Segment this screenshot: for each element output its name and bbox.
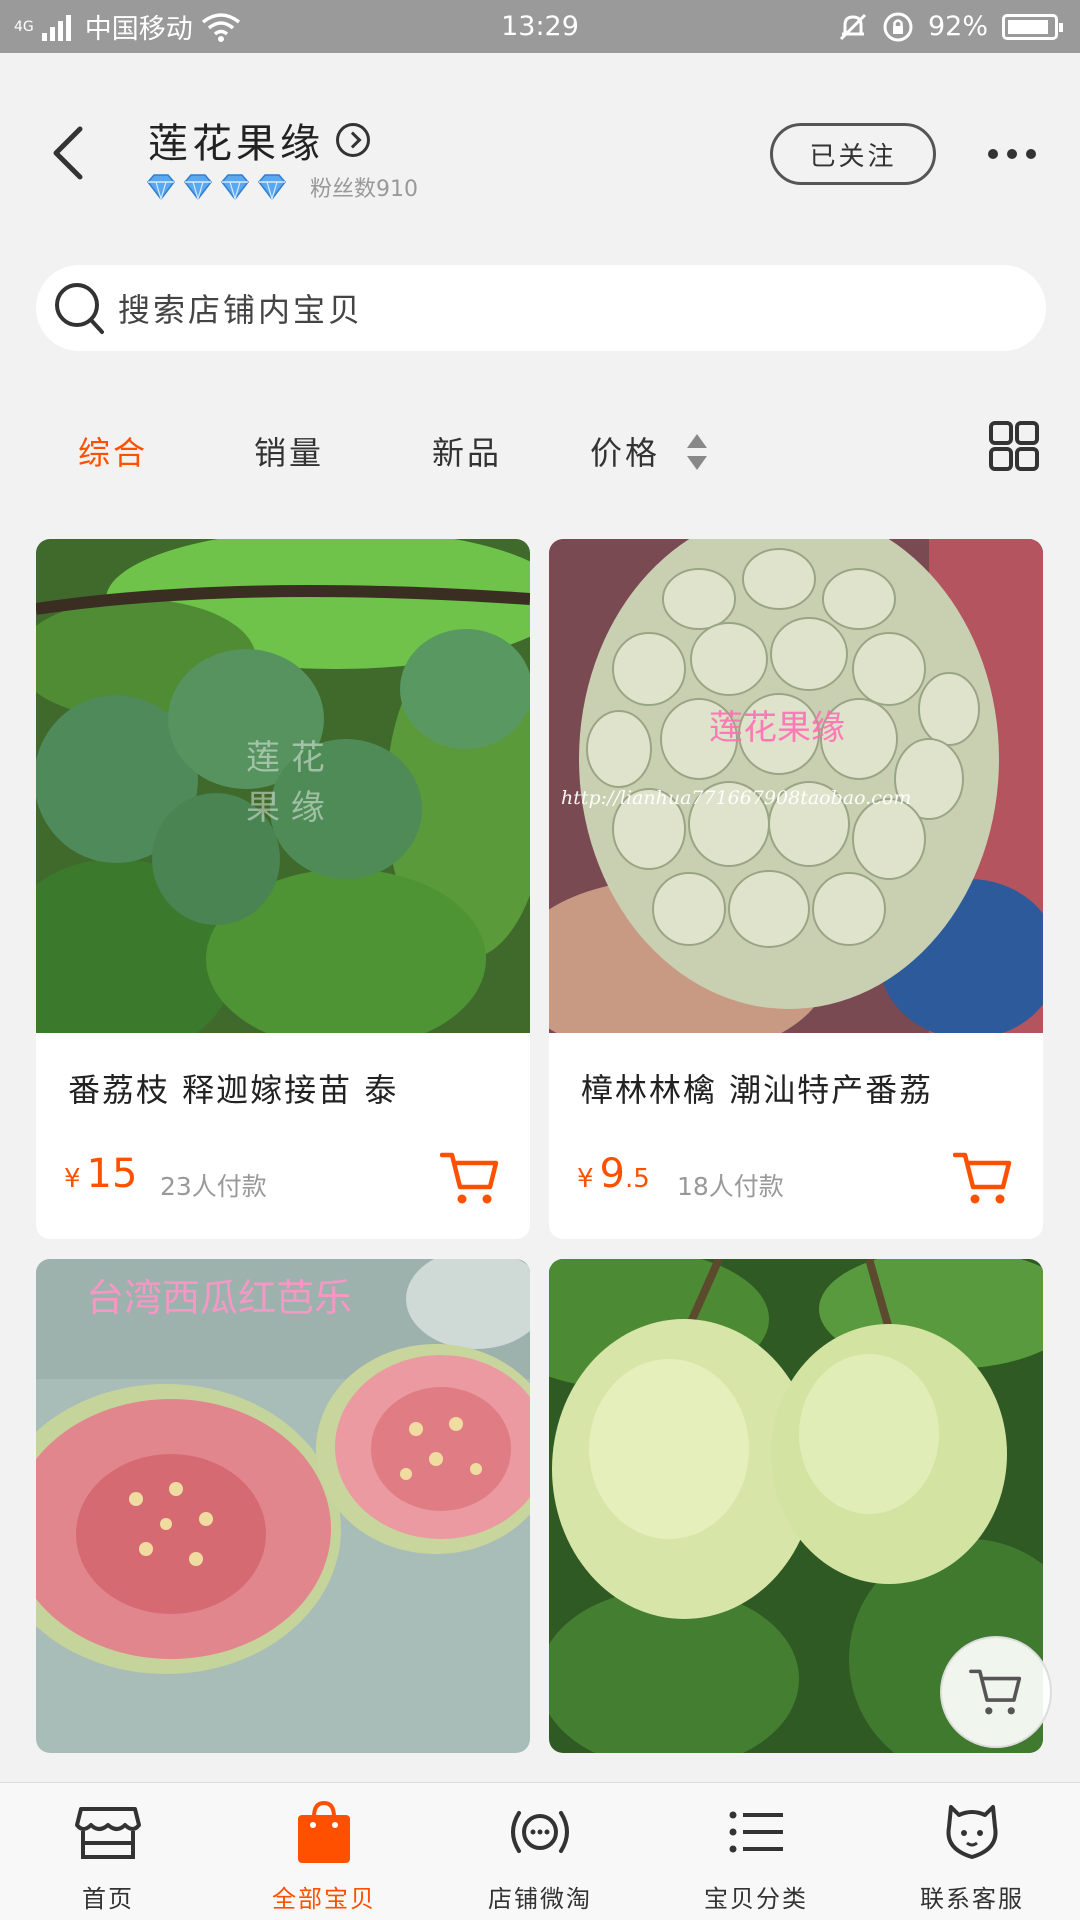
sort-arrows-icon bbox=[687, 434, 707, 470]
shop-name: 莲花果缘 bbox=[148, 121, 324, 167]
tab-customer-service[interactable]: 联系客服 bbox=[864, 1783, 1080, 1920]
sort-price[interactable]: 价格 bbox=[590, 428, 660, 474]
diamond-icon bbox=[147, 174, 175, 201]
status-right: 92% bbox=[660, 11, 1080, 43]
watermark-shop: 莲花果缘 bbox=[709, 708, 845, 748]
price-decimal: .5 bbox=[625, 1164, 650, 1194]
search-placeholder: 搜索店铺内宝贝 bbox=[118, 291, 364, 329]
battery-percent: 92% bbox=[927, 11, 988, 42]
watermark-title: 台湾西瓜红芭乐 bbox=[86, 1276, 352, 1320]
chat-face-icon bbox=[946, 1805, 998, 1859]
floating-cart-button[interactable] bbox=[940, 1636, 1052, 1748]
carrier-name: 中国移动 bbox=[84, 14, 193, 45]
diamond-icon bbox=[258, 174, 286, 201]
cart-icon bbox=[969, 1669, 1022, 1715]
shop-name-link[interactable]: 莲花果缘 bbox=[148, 111, 370, 169]
mute-bell-icon bbox=[839, 13, 867, 40]
status-left: 4G 中国移动 bbox=[0, 7, 420, 46]
shop-header: 莲花果缘 粉丝数910 已关注 bbox=[0, 53, 1080, 233]
shop-rank: 粉丝数910 bbox=[144, 171, 418, 203]
product-image[interactable]: 台湾西瓜红芭乐 bbox=[36, 1259, 530, 1753]
back-arrow-icon[interactable] bbox=[48, 123, 88, 183]
product-image[interactable]: 莲 花 果 缘 bbox=[36, 539, 530, 1033]
more-options-icon[interactable] bbox=[988, 149, 1036, 159]
tab-shop-feed[interactable]: 店铺微淘 bbox=[432, 1783, 648, 1920]
product-title[interactable]: 樟林林檎 潮汕特产番荔 bbox=[581, 1065, 1021, 1111]
product-title[interactable]: 番荔枝 释迦嫁接苗 泰 bbox=[68, 1065, 508, 1111]
signal-icon bbox=[41, 13, 71, 41]
currency-symbol: ¥ bbox=[577, 1164, 594, 1194]
product-card[interactable]: 台湾西瓜红芭乐 bbox=[36, 1259, 530, 1753]
price-integer: 9 bbox=[599, 1151, 625, 1197]
tab-label: 店铺微淘 bbox=[488, 1885, 592, 1913]
shop-search-bar[interactable]: 搜索店铺内宝贝 bbox=[36, 265, 1046, 351]
diamond-icon bbox=[221, 174, 249, 201]
sort-new[interactable]: 新品 bbox=[432, 428, 502, 474]
product-price: ¥ 15 bbox=[64, 1151, 137, 1197]
battery-icon bbox=[1002, 13, 1063, 40]
product-card[interactable]: 莲 花 果 缘 番荔枝 释迦嫁接苗 泰 ¥ 15 23人付款 bbox=[36, 539, 530, 1239]
sold-count: 18人付款 bbox=[677, 1172, 784, 1201]
tab-home[interactable]: 首页 bbox=[0, 1783, 216, 1920]
grid-view-icon[interactable] bbox=[988, 420, 1040, 472]
bottom-tab-bar: 首页 全部宝贝 店铺微淘 宝贝分类 联系客服 bbox=[0, 1782, 1080, 1920]
add-to-cart-icon[interactable] bbox=[440, 1149, 500, 1207]
tab-label: 全部宝贝 bbox=[272, 1885, 376, 1913]
sold-count: 23人付款 bbox=[160, 1172, 267, 1201]
status-time: 13:29 bbox=[501, 11, 579, 42]
tab-label: 首页 bbox=[82, 1885, 134, 1913]
broadcast-icon bbox=[511, 1811, 569, 1853]
product-price: ¥ 9 .5 bbox=[577, 1151, 650, 1197]
svg-text:莲 花: 莲 花 bbox=[246, 738, 325, 778]
sort-bar: 综合 销量 新品 价格 bbox=[0, 420, 1080, 480]
svg-text:果 缘: 果 缘 bbox=[246, 788, 325, 828]
tab-all-products[interactable]: 全部宝贝 bbox=[216, 1783, 432, 1920]
watermark-url: http://lianhua771667908taobao.com bbox=[561, 787, 911, 809]
product-image[interactable]: 莲花果缘 http://lianhua771667908taobao.com bbox=[549, 539, 1043, 1033]
list-icon bbox=[729, 1811, 783, 1853]
chevron-right-icon bbox=[336, 123, 370, 157]
follow-button[interactable]: 已关注 bbox=[770, 123, 936, 185]
status-bar: 4G 中国移动 13:29 92% bbox=[0, 0, 1080, 53]
shopping-bag-icon bbox=[298, 1800, 350, 1863]
sort-sales[interactable]: 销量 bbox=[254, 428, 324, 474]
tab-categories[interactable]: 宝贝分类 bbox=[648, 1783, 864, 1920]
wifi-icon bbox=[201, 12, 240, 42]
currency-symbol: ¥ bbox=[64, 1164, 81, 1194]
sort-comprehensive[interactable]: 综合 bbox=[78, 428, 148, 474]
diamond-icon bbox=[184, 174, 212, 201]
network-type: 4G bbox=[14, 18, 34, 35]
product-card[interactable]: 莲花果缘 http://lianhua771667908taobao.com 樟… bbox=[549, 539, 1043, 1239]
tab-label: 宝贝分类 bbox=[704, 1885, 808, 1913]
fans-count: 粉丝数910 bbox=[310, 177, 418, 202]
price-integer: 15 bbox=[86, 1151, 138, 1197]
search-icon bbox=[55, 283, 104, 334]
tab-label: 联系客服 bbox=[920, 1885, 1024, 1913]
storefront-icon bbox=[75, 1807, 141, 1859]
rotation-lock-icon bbox=[883, 12, 913, 41]
add-to-cart-icon[interactable] bbox=[953, 1149, 1013, 1207]
